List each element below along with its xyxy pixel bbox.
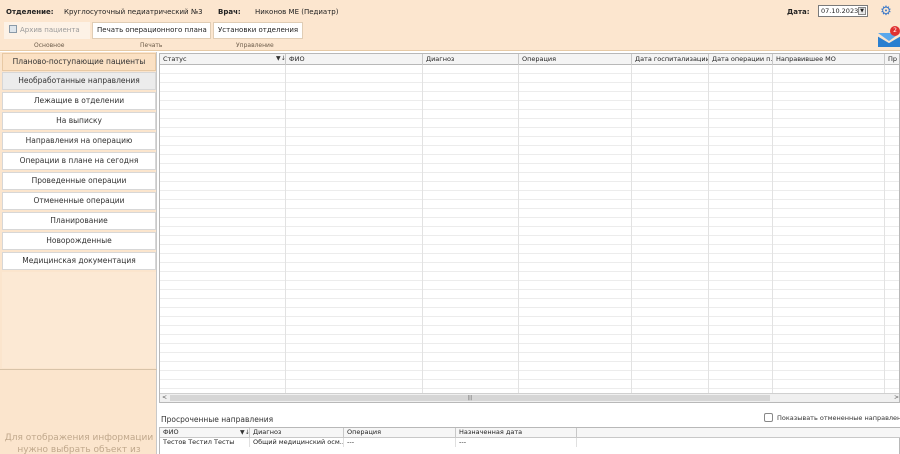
overdue-cell-fio[interactable]: Тестов Тестил Тесты bbox=[160, 438, 250, 447]
sidebar-item-unprocessed-referrals[interactable]: Необработанные направления bbox=[2, 72, 156, 90]
overdue-header-fio[interactable]: ФИО bbox=[160, 428, 250, 438]
column-header-label: Диагноз bbox=[253, 428, 282, 436]
sidebar-divider bbox=[0, 369, 157, 370]
details-hint: Для отображения информации нужно выбрать… bbox=[4, 433, 154, 454]
patients-grid: Статус ▼↓ ФИО Диагноз Операция Дата госп… bbox=[159, 53, 900, 403]
filter-icon[interactable]: ▼↓ bbox=[240, 429, 250, 436]
archive-button[interactable]: Архив пациента bbox=[4, 22, 90, 39]
sidebar-item-newborns[interactable]: Новорожденные bbox=[2, 232, 156, 250]
overdue-title: Просроченные направления bbox=[161, 415, 274, 424]
horizontal-scrollbar[interactable]: < ||| > bbox=[160, 393, 899, 402]
sidebar-item-label: На выписку bbox=[56, 116, 102, 125]
sidebar-empty-area bbox=[2, 272, 156, 368]
department-settings-button[interactable]: Установки отделения bbox=[213, 22, 303, 39]
column-header-label: Назначенная дата bbox=[459, 428, 523, 436]
column-header-operation-date[interactable]: Дата операции п... bbox=[709, 54, 773, 65]
column-header-operation[interactable]: Операция bbox=[519, 54, 632, 65]
column-header-fio[interactable]: ФИО bbox=[286, 54, 423, 65]
sidebar-item-label: Операции в плане на сегодня bbox=[19, 156, 139, 165]
grid-body[interactable] bbox=[160, 65, 899, 393]
sidebar-item-label: Лежащие в отделении bbox=[33, 96, 125, 105]
sidebar-item-cancelled-operations[interactable]: Отмененные операции bbox=[2, 192, 156, 210]
show-cancelled-checkbox[interactable] bbox=[764, 413, 773, 422]
department-label: Отделение: bbox=[6, 8, 54, 16]
overdue-cell-operation[interactable]: --- bbox=[344, 438, 456, 447]
filter-icon[interactable]: ▼↓ bbox=[276, 55, 286, 62]
sidebar-item-planning[interactable]: Планирование bbox=[2, 212, 156, 230]
gear-icon[interactable]: ⚙ bbox=[879, 5, 893, 19]
department-value: Круглосуточный педиатрический №3 bbox=[64, 8, 203, 16]
column-divider bbox=[772, 65, 773, 393]
column-header-label: Диагноз bbox=[426, 55, 455, 63]
sidebar-item-completed-operations[interactable]: Проведенные операции bbox=[2, 172, 156, 190]
sidebar-item-label: Медицинская документация bbox=[22, 256, 136, 265]
settings-label: Установки отделения bbox=[218, 26, 299, 34]
group-manage-label: Управление bbox=[236, 42, 274, 49]
scroll-thumb[interactable]: ||| bbox=[170, 395, 770, 401]
column-header-referring-mo[interactable]: Направившее МО bbox=[773, 54, 885, 65]
archive-button-label: Архив пациента bbox=[20, 26, 80, 34]
sidebar-item-label: Новорожденные bbox=[46, 236, 112, 245]
doctor-label: Врач: bbox=[218, 8, 241, 16]
column-header-label: Пр bbox=[888, 55, 898, 63]
archive-icon bbox=[9, 25, 17, 33]
column-header-label: Направившее МО bbox=[776, 55, 836, 63]
column-divider bbox=[518, 65, 519, 393]
sidebar-item-label: Планирование bbox=[50, 216, 108, 225]
notification-badge: 2 bbox=[890, 26, 900, 36]
sidebar-item-discharge[interactable]: На выписку bbox=[2, 112, 156, 130]
overdue-panel: Просроченные направления Показывать отме… bbox=[159, 405, 900, 454]
overdue-cell-diagnosis[interactable]: Общий медицинский осм... bbox=[250, 438, 344, 447]
column-divider bbox=[422, 65, 423, 393]
overdue-table: ФИО ▼↓ Диагноз Операция Назначенная дата… bbox=[159, 427, 900, 454]
doctor-value: Никонов МЕ (Педиатр) bbox=[255, 8, 339, 16]
column-divider bbox=[631, 65, 632, 393]
sidebar-item-surgery-referrals[interactable]: Направления на операцию bbox=[2, 132, 156, 150]
sidebar: Планово-поступающие пациенты Необработан… bbox=[0, 52, 157, 454]
column-divider bbox=[285, 65, 286, 393]
grid-header: Статус ▼↓ ФИО Диагноз Операция Дата госп… bbox=[160, 54, 899, 65]
header-info: Отделение: Круглосуточный педиатрический… bbox=[0, 3, 900, 19]
date-label: Дата: bbox=[787, 8, 810, 16]
sidebar-item-label: Отмененные операции bbox=[33, 196, 125, 205]
overdue-header-filler bbox=[577, 428, 900, 438]
column-header-more[interactable]: Пр bbox=[885, 54, 899, 65]
column-header-label: Операция bbox=[347, 428, 382, 436]
overdue-header-date[interactable]: Назначенная дата bbox=[456, 428, 577, 438]
column-header-hospitalization-date[interactable]: Дата госпитализации bbox=[632, 54, 709, 65]
group-main-label: Основное bbox=[34, 42, 65, 49]
column-header-label: Операция bbox=[522, 55, 557, 63]
column-header-diagnosis[interactable]: Диагноз bbox=[423, 54, 519, 65]
scroll-left-icon[interactable]: < bbox=[160, 394, 169, 402]
column-header-label: ФИО bbox=[289, 55, 305, 63]
overdue-header-diagnosis[interactable]: Диагноз bbox=[250, 428, 344, 438]
column-header-label: ФИО bbox=[163, 428, 179, 436]
print-plan-button[interactable]: Печать операционного плана bbox=[92, 22, 211, 39]
chevron-down-icon[interactable]: ▼ bbox=[858, 7, 866, 15]
scroll-right-icon[interactable]: > bbox=[892, 394, 899, 402]
show-cancelled-label[interactable]: Показывать отмененные направления bbox=[777, 414, 900, 422]
column-header-label: Дата госпитализации bbox=[635, 55, 709, 63]
sidebar-item-label: Проведенные операции bbox=[31, 176, 127, 185]
overdue-header-operation[interactable]: Операция bbox=[344, 428, 456, 438]
column-header-label: Дата операции п... bbox=[712, 55, 773, 63]
sidebar-item-planned-patients[interactable]: Планово-поступающие пациенты bbox=[2, 53, 156, 71]
header-bar: Отделение: Круглосуточный педиатрический… bbox=[0, 0, 900, 51]
column-header-label: Статус bbox=[163, 55, 187, 63]
sidebar-item-label: Направления на операцию bbox=[25, 136, 133, 145]
messages-button[interactable]: 2 bbox=[876, 26, 900, 48]
column-divider bbox=[708, 65, 709, 393]
group-print-label: Печать bbox=[140, 42, 163, 49]
print-plan-label: Печать операционного плана bbox=[97, 26, 207, 34]
sidebar-item-label: Необработанные направления bbox=[18, 76, 140, 85]
date-value: 07.10.2023 bbox=[821, 7, 859, 15]
sidebar-item-label: Планово-поступающие пациенты bbox=[12, 57, 146, 66]
column-header-status[interactable]: Статус bbox=[160, 54, 286, 65]
date-picker[interactable]: 07.10.2023 ▼ bbox=[818, 5, 868, 17]
overdue-cell-date[interactable]: --- bbox=[456, 438, 577, 447]
column-divider bbox=[884, 65, 885, 393]
sidebar-item-today-operations[interactable]: Операции в плане на сегодня bbox=[2, 152, 156, 170]
sidebar-item-medical-docs[interactable]: Медицинская документация bbox=[2, 252, 156, 270]
sidebar-item-in-department[interactable]: Лежащие в отделении bbox=[2, 92, 156, 110]
